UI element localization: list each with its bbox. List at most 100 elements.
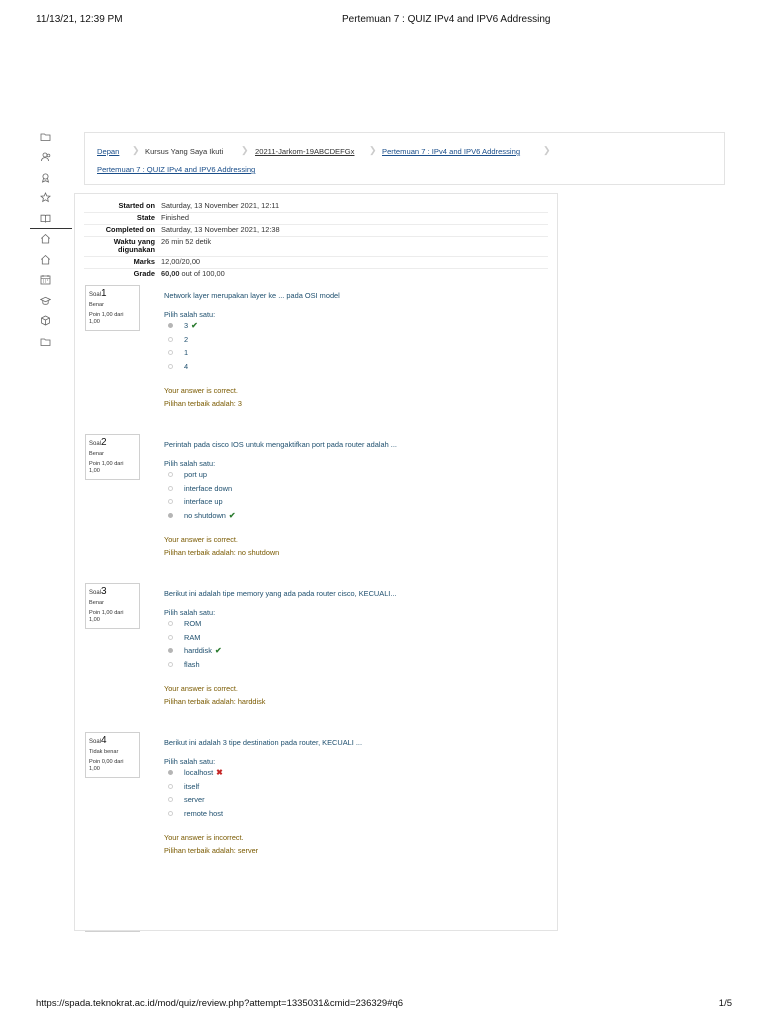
answer-options: 3 ✔ 2 1 4 [168, 319, 198, 373]
answer-option[interactable]: port up [168, 468, 236, 482]
answer-option[interactable]: server [168, 793, 223, 807]
question-info-box: Soal1 Benar Poin 1,00 dari 1,00 [85, 285, 140, 331]
answer-option[interactable]: harddisk ✔ [168, 644, 222, 658]
answer-option[interactable]: flash [168, 658, 222, 672]
incorrect-cross-icon: ✖ [216, 768, 223, 778]
feedback: Your answer is correct. Pilihan terbaik a… [164, 682, 265, 709]
graduation-cap-icon [39, 296, 51, 305]
answer-option-label: 3 [184, 321, 189, 331]
radio-button[interactable] [168, 797, 173, 803]
answer-option-label: remote host [184, 808, 224, 818]
book-icon [40, 214, 50, 223]
rail-item-home[interactable] [28, 229, 62, 250]
breadcrumb-separator-icon: ❯ [543, 145, 551, 155]
feedback-right-answer: Pilihan terbaik adalah: 3 [164, 399, 242, 409]
breadcrumb-separator-icon: ❯ [369, 145, 377, 155]
question-info-box: Soal3 Benar Poin 1,00 dari 1,00 [85, 583, 140, 629]
radio-button[interactable] [168, 472, 173, 478]
answer-option[interactable]: no shutdown ✔ [168, 509, 236, 523]
breadcrumb-item-depan[interactable]: Depan [97, 147, 119, 156]
left-nav-rail [28, 126, 72, 352]
question-status: Benar [89, 450, 104, 457]
question-status: Benar [89, 301, 104, 308]
answer-prompt: Pilih salah satu: [164, 310, 216, 319]
feedback-right-answer: Pilihan terbaik adalah: server [164, 846, 259, 856]
print-page-number: 1/5 [718, 998, 732, 1009]
rail-item-folder[interactable] [28, 331, 62, 352]
rail-item-users[interactable] [28, 147, 62, 168]
correct-check-icon: ✔ [191, 321, 198, 331]
feedback: Your answer is correct. Pilihan terbaik a… [164, 533, 279, 560]
question-text: Network layer merupakan layer ke ... pad… [164, 291, 340, 300]
summary-row-state: State Finished [84, 211, 548, 224]
radio-button[interactable] [168, 634, 173, 640]
summary-row-grade: Grade 60,00 out of 100,00 [84, 267, 548, 280]
breadcrumb-item-kursus[interactable]: Kursus Yang Saya Ikuti [145, 147, 223, 156]
radio-button[interactable] [168, 810, 173, 816]
answer-option[interactable]: remote host [168, 807, 223, 821]
answer-option-label: 1 [184, 348, 189, 358]
next-question-info-edge [85, 931, 140, 932]
correct-check-icon: ✔ [228, 510, 236, 520]
breadcrumb-item-course[interactable]: 20211-Jarkom-19ABCDEFGx [255, 147, 354, 156]
question-info-box: Soal4 Tidak benar Poin 0,00 dari 1,00 [85, 732, 140, 778]
star-icon [39, 192, 51, 203]
breadcrumb-item-quiz[interactable]: Pertemuan 7 : QUIZ IPv4 and IPV6 Address… [97, 165, 255, 174]
question-mark: Poin 1,00 dari 1,00 [89, 461, 124, 475]
rail-item-book[interactable] [28, 208, 72, 229]
radio-button[interactable] [168, 336, 173, 342]
answer-option[interactable]: 3 ✔ [168, 319, 198, 333]
rail-item-home[interactable] [28, 249, 62, 270]
answer-option[interactable]: 1 [168, 346, 198, 360]
radio-button[interactable] [168, 783, 173, 789]
question-info-box: Soal2 Benar Poin 1,00 dari 1,00 [85, 434, 140, 480]
answer-option[interactable]: localhost ✖ [168, 766, 223, 780]
quiz-review-panel: Started on Saturday, 13 November 2021, 12… [74, 193, 558, 932]
feedback-general: Your answer is correct. [164, 386, 238, 395]
question-status: Benar [89, 599, 104, 606]
answer-option[interactable]: itself [168, 780, 223, 794]
users-icon [40, 152, 50, 162]
print-datetime: 11/13/21, 12:39 PM [36, 14, 123, 25]
rail-item-folder[interactable] [28, 126, 62, 147]
answer-option[interactable]: RAM [168, 631, 222, 645]
question-text: Berikut ini adalah tipe memory yang ada … [164, 589, 397, 598]
question-text: Berikut ini adalah 3 tipe destination pa… [164, 738, 363, 747]
home-icon [40, 234, 50, 244]
answer-option[interactable]: ROM [168, 617, 222, 631]
radio-button[interactable] [168, 648, 173, 654]
breadcrumb-separator-icon: ❯ [241, 145, 249, 155]
summary-row-started: Started on Saturday, 13 November 2021, 12… [118, 201, 280, 211]
answer-option[interactable]: interface up [168, 495, 236, 509]
cube-icon [40, 315, 50, 326]
feedback-right-answer: Pilihan terbaik adalah: no shutdown [164, 548, 280, 558]
radio-button[interactable] [168, 661, 173, 667]
radio-button[interactable] [168, 363, 173, 369]
answer-options: ROM RAM harddisk ✔ flash [168, 617, 222, 671]
radio-button[interactable] [168, 350, 173, 356]
rail-item-calendar[interactable] [28, 270, 62, 291]
radio-button[interactable] [168, 512, 173, 518]
rail-item-badge[interactable] [28, 167, 62, 188]
answer-option-label: no shutdown [184, 510, 226, 520]
radio-button[interactable] [168, 323, 173, 329]
radio-button[interactable] [168, 499, 173, 505]
answer-option[interactable]: 4 [168, 360, 198, 374]
answer-option-label: interface up [184, 497, 223, 507]
rail-item-cube[interactable] [28, 311, 62, 332]
answer-option[interactable]: 2 [168, 333, 198, 347]
print-url: https://spada.teknokrat.ac.id/mod/quiz/r… [36, 998, 404, 1009]
answer-option[interactable]: interface down [168, 482, 236, 496]
feedback: Your answer is incorrect. Pilihan terbaik… [164, 831, 258, 858]
answer-option-label: server [184, 795, 205, 805]
feedback-general: Your answer is incorrect. [164, 833, 244, 842]
feedback-right-answer: Pilihan terbaik adalah: harddisk [164, 697, 266, 707]
rail-item-graduation-cap[interactable] [28, 290, 62, 311]
radio-button[interactable] [168, 770, 173, 776]
radio-button[interactable] [168, 485, 173, 491]
summary-row-completed: Completed on Saturday, 13 November 2021, … [84, 223, 548, 236]
breadcrumb-item-pertemuan[interactable]: Pertemuan 7 : IPv4 and IPV6 Addressing [382, 147, 520, 156]
correct-check-icon: ✔ [214, 646, 222, 656]
radio-button[interactable] [168, 621, 173, 627]
rail-item-star[interactable] [28, 188, 62, 209]
